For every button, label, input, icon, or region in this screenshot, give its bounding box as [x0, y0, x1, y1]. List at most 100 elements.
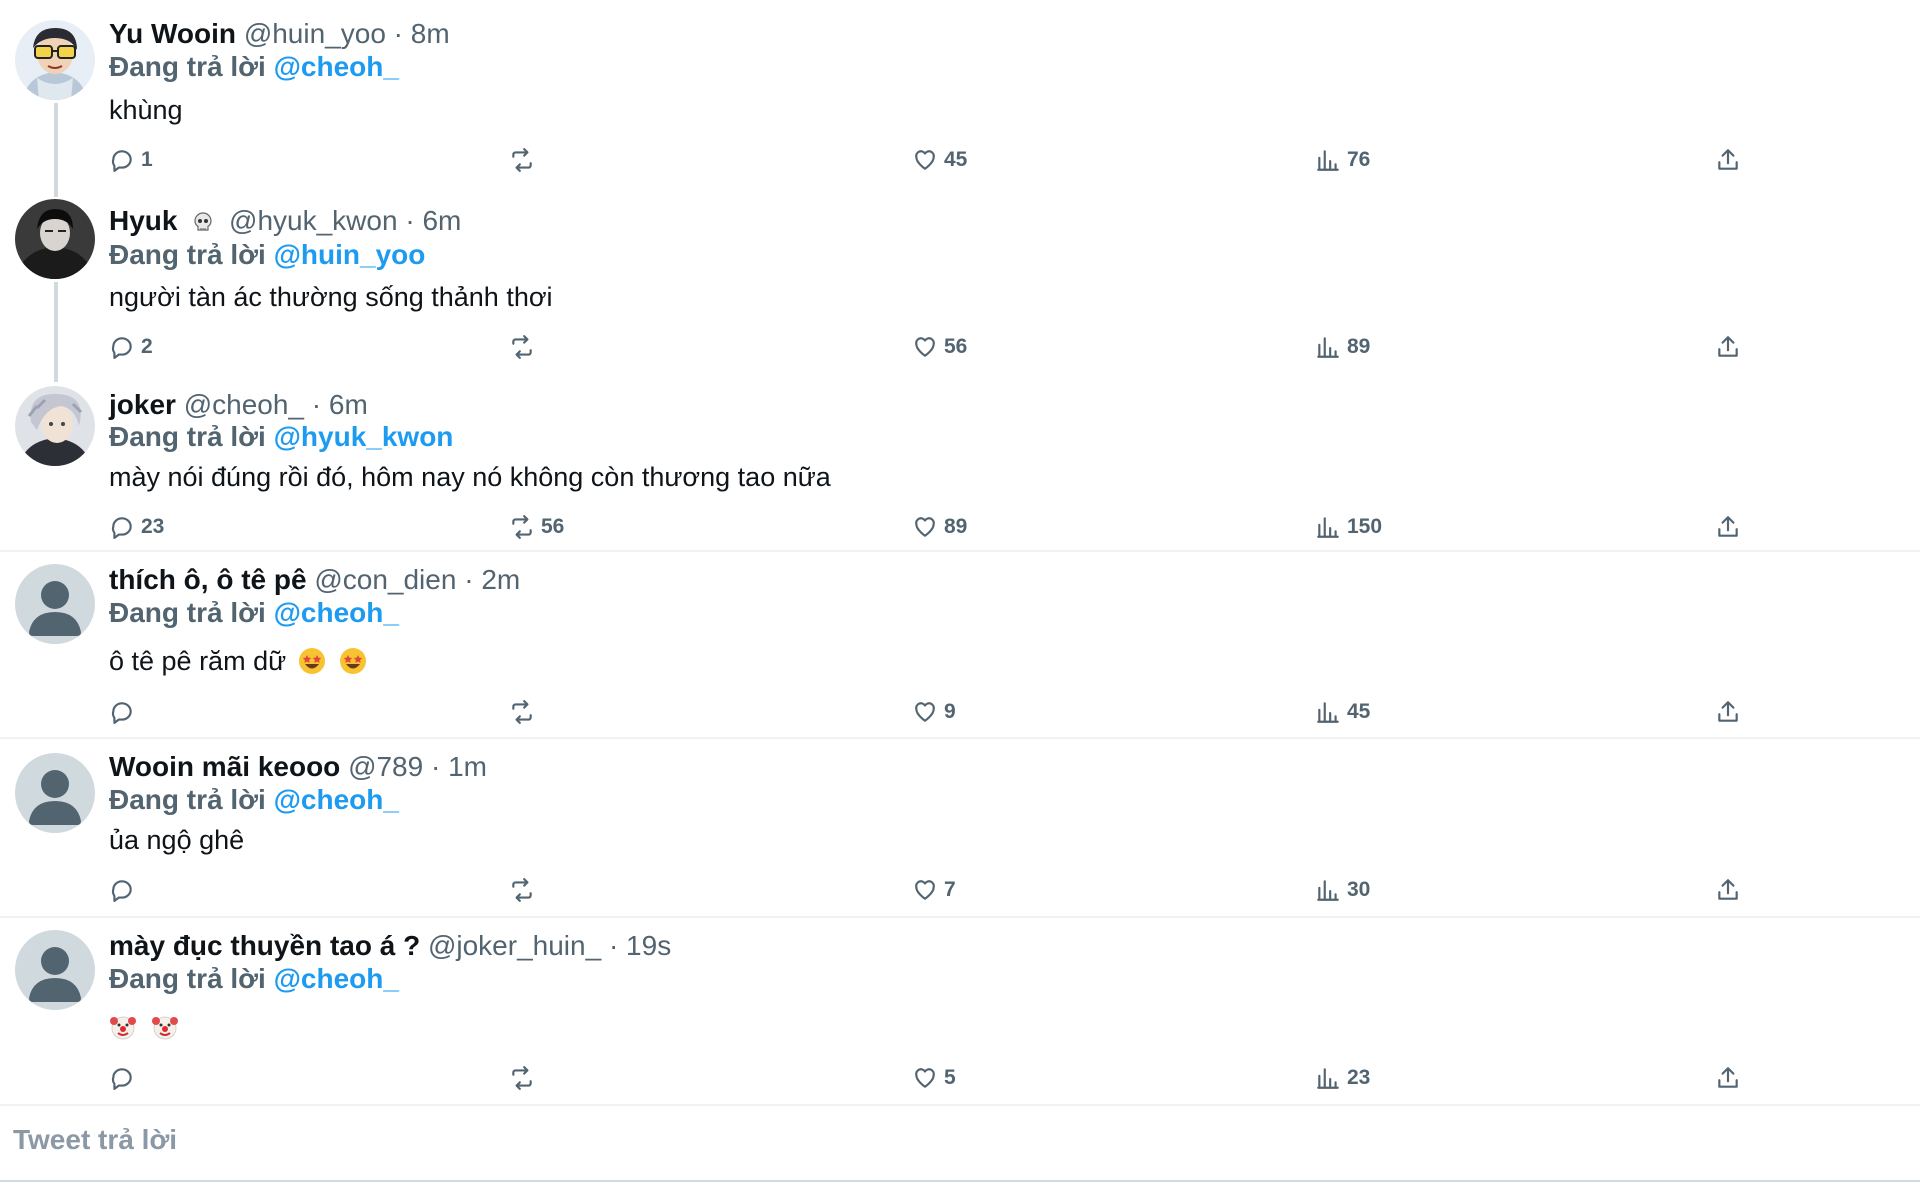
mention-link[interactable]: @cheoh_ — [274, 597, 399, 628]
reply-context: Đang trả lời @cheoh_ — [109, 782, 399, 818]
clown-emoji — [151, 1016, 178, 1040]
like-button[interactable]: 45 — [912, 143, 967, 177]
retweet-button[interactable] — [509, 330, 541, 364]
tweet[interactable]: mày đục thuyền tao á ? @joker_huin_ · 19… — [0, 918, 1920, 1106]
retweet-button[interactable] — [509, 143, 541, 177]
tweet-text: khùng — [109, 95, 183, 125]
mention-link[interactable]: @huin_yoo — [274, 239, 426, 270]
reply-prefix: Đang trả lời — [109, 597, 266, 628]
retweet-button[interactable] — [509, 695, 541, 729]
handle[interactable]: @con_dien — [314, 564, 456, 595]
retweet-button[interactable] — [509, 1061, 541, 1095]
avatar[interactable] — [15, 564, 95, 644]
tweet-header: thích ô, ô tê pê @con_dien · 2m — [109, 562, 520, 598]
display-name[interactable]: Yu Wooin — [109, 18, 236, 49]
reply-context: Đang trả lời @cheoh_ — [109, 49, 399, 85]
timestamp[interactable]: 19s — [626, 930, 671, 961]
views-chart-icon — [1317, 702, 1339, 723]
display-name[interactable]: thích ô, ô tê pê — [109, 564, 307, 595]
display-name[interactable]: Wooin mãi keooo — [109, 751, 340, 782]
views-chart-icon — [1317, 337, 1339, 358]
retweet-button[interactable]: 56 — [509, 510, 564, 544]
like-button[interactable]: 7 — [912, 873, 956, 907]
star-struck-emoji — [340, 648, 367, 674]
handle[interactable]: @789 — [348, 751, 423, 782]
separator-dot: · — [430, 751, 441, 782]
mention-link[interactable]: @cheoh_ — [274, 963, 399, 994]
retweet-button[interactable] — [509, 873, 541, 907]
reply-button[interactable] — [109, 695, 141, 729]
views-button[interactable]: 150 — [1315, 510, 1382, 544]
share-button[interactable] — [1715, 1061, 1741, 1095]
share-icon — [1718, 336, 1738, 357]
avatar[interactable] — [15, 20, 95, 100]
separator-dot: · — [393, 18, 403, 49]
handle[interactable]: @huin_yoo — [244, 18, 386, 49]
separator-dot: · — [464, 564, 474, 595]
mention-link[interactable]: @cheoh_ — [274, 51, 399, 82]
heart-icon — [915, 1068, 935, 1088]
tweet[interactable]: Yu Wooin @huin_yoo · 8m Đang trả lời @ch… — [0, 0, 1920, 180]
separator-dot: · — [405, 205, 415, 236]
reply-button[interactable]: 2 — [109, 330, 153, 364]
mention-link[interactable]: @cheoh_ — [274, 784, 399, 815]
display-name[interactable]: mày đục thuyền tao á ? — [109, 930, 420, 961]
timestamp[interactable]: 6m — [422, 205, 461, 236]
avatar[interactable] — [15, 930, 95, 1010]
reply-button[interactable]: 23 — [109, 510, 164, 544]
timestamp[interactable]: 1m — [448, 751, 487, 782]
avatar[interactable] — [15, 199, 95, 279]
views-count: 23 — [1347, 1066, 1371, 1089]
views-button[interactable]: 23 — [1315, 1061, 1370, 1095]
share-button[interactable] — [1715, 330, 1741, 364]
handle[interactable]: @cheoh_ — [184, 389, 304, 420]
like-button[interactable]: 56 — [912, 330, 967, 364]
share-button[interactable] — [1715, 510, 1741, 544]
avatar[interactable] — [15, 753, 95, 833]
reply-button[interactable] — [109, 1061, 141, 1095]
handle[interactable]: @joker_huin_ — [428, 930, 601, 961]
mention-link[interactable]: @hyuk_kwon — [274, 421, 454, 452]
avatar[interactable] — [15, 386, 95, 466]
views-button[interactable]: 45 — [1315, 695, 1370, 729]
share-button[interactable] — [1715, 873, 1741, 907]
share-button[interactable] — [1715, 143, 1741, 177]
like-button[interactable]: 89 — [912, 510, 967, 544]
views-button[interactable]: 89 — [1315, 330, 1370, 364]
action-bar: 9 45 — [109, 695, 1749, 729]
like-count: 89 — [944, 515, 968, 538]
reply-button[interactable] — [109, 873, 141, 907]
tweet[interactable]: joker @cheoh_ · 6m Đang trả lời @hyuk_kw… — [0, 368, 1920, 552]
tweet[interactable]: Hyuk @hyuk_kwon · 6m Đang trả lời @huin_… — [0, 180, 1920, 368]
views-button[interactable]: 30 — [1315, 873, 1370, 907]
like-button[interactable]: 5 — [912, 1061, 956, 1095]
timestamp[interactable]: 6m — [329, 389, 368, 420]
tweet[interactable]: thích ô, ô tê pê @con_dien · 2m Đang trả… — [0, 552, 1920, 739]
tweet[interactable]: Wooin mãi keooo @789 · 1m Đang trả lời @… — [0, 739, 1920, 918]
like-button[interactable]: 9 — [912, 695, 956, 729]
share-button[interactable] — [1715, 695, 1741, 729]
action-bar: 7 30 — [109, 873, 1749, 907]
reply-prefix: Đang trả lời — [109, 239, 266, 270]
views-count: 45 — [1347, 700, 1371, 723]
reply-composer[interactable]: Tweet trả lời — [0, 1106, 1920, 1182]
default-avatar-icon — [15, 564, 95, 644]
views-chart-icon — [1317, 1068, 1339, 1089]
reply-count: 1 — [141, 148, 153, 171]
display-name[interactable]: Hyuk — [109, 205, 177, 236]
display-name[interactable]: joker — [109, 389, 176, 420]
heart-icon — [915, 702, 935, 722]
like-count: 45 — [944, 148, 968, 171]
reply-icon — [111, 702, 132, 724]
views-count: 76 — [1347, 148, 1371, 171]
handle[interactable]: @hyuk_kwon — [229, 205, 398, 236]
tweet-text: mày nói đúng rồi đó, hôm nay nó không cò… — [109, 462, 831, 492]
share-icon — [1718, 149, 1738, 170]
default-avatar-icon — [15, 930, 95, 1010]
retweet-icon — [512, 515, 532, 539]
timestamp[interactable]: 8m — [411, 18, 450, 49]
reply-input-placeholder[interactable]: Tweet trả lời — [13, 1124, 177, 1156]
reply-button[interactable]: 1 — [109, 143, 153, 177]
timestamp[interactable]: 2m — [481, 564, 520, 595]
views-button[interactable]: 76 — [1315, 143, 1370, 177]
